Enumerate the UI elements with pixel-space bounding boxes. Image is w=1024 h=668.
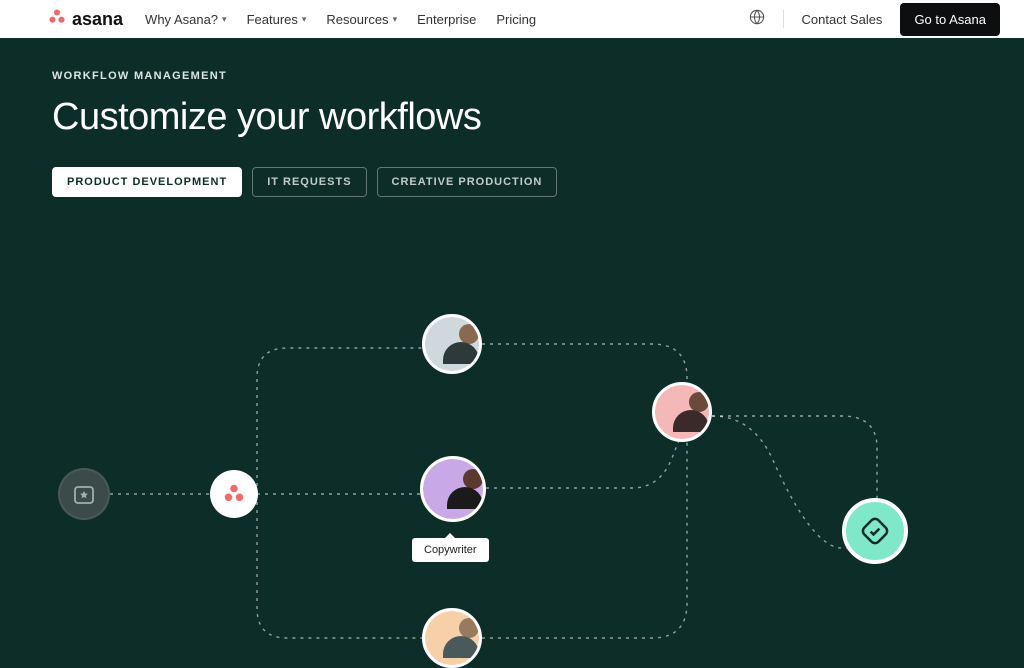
workflow-diagram: Copywriter [52,238,972,646]
brand-logo[interactable]: asana [48,8,123,31]
calendar-node [58,468,110,520]
globe-icon[interactable] [749,9,765,30]
connector-lines [52,238,972,646]
contact-sales-link[interactable]: Contact Sales [802,12,883,27]
avatar-right [652,382,712,442]
tab-it-requests[interactable]: IT REQUESTS [252,167,366,197]
chevron-down-icon: ▾ [222,14,227,25]
calendar-star-icon [72,482,96,506]
nav-link-resources[interactable]: Resources▾ [326,12,397,27]
role-tooltip: Copywriter [412,538,489,562]
workflow-tabs: PRODUCT DEVELOPMENT IT REQUESTS CREATIVE… [52,167,972,197]
avatar-top [422,314,482,374]
brand-name: asana [72,9,123,30]
tab-product-development[interactable]: PRODUCT DEVELOPMENT [52,167,242,197]
page-title: Customize your workflows [52,96,972,139]
divider [783,10,784,28]
hero-section: WORKFLOW MANAGEMENT Customize your workf… [0,38,1024,646]
nav-right: Contact Sales Go to Asana [749,3,1001,36]
asana-node [210,470,258,518]
check-icon [860,516,890,546]
avatar-bottom [422,608,482,668]
complete-node [842,498,908,564]
eyebrow: WORKFLOW MANAGEMENT [52,70,972,82]
asana-logo-icon [48,8,66,31]
nav-link-enterprise[interactable]: Enterprise [417,12,476,27]
avatar-center [420,456,486,522]
nav-link-features[interactable]: Features▾ [247,12,307,27]
go-to-asana-button[interactable]: Go to Asana [900,3,1000,36]
nav-link-pricing[interactable]: Pricing [496,12,536,27]
chevron-down-icon: ▾ [302,14,307,25]
tab-creative-production[interactable]: CREATIVE PRODUCTION [377,167,558,197]
nav-link-why[interactable]: Why Asana?▾ [145,12,227,27]
asana-logo-icon [223,483,245,505]
top-nav: asana Why Asana?▾ Features▾ Resources▾ E… [0,0,1024,38]
nav-links: Why Asana?▾ Features▾ Resources▾ Enterpr… [145,12,536,27]
chevron-down-icon: ▾ [393,14,398,25]
